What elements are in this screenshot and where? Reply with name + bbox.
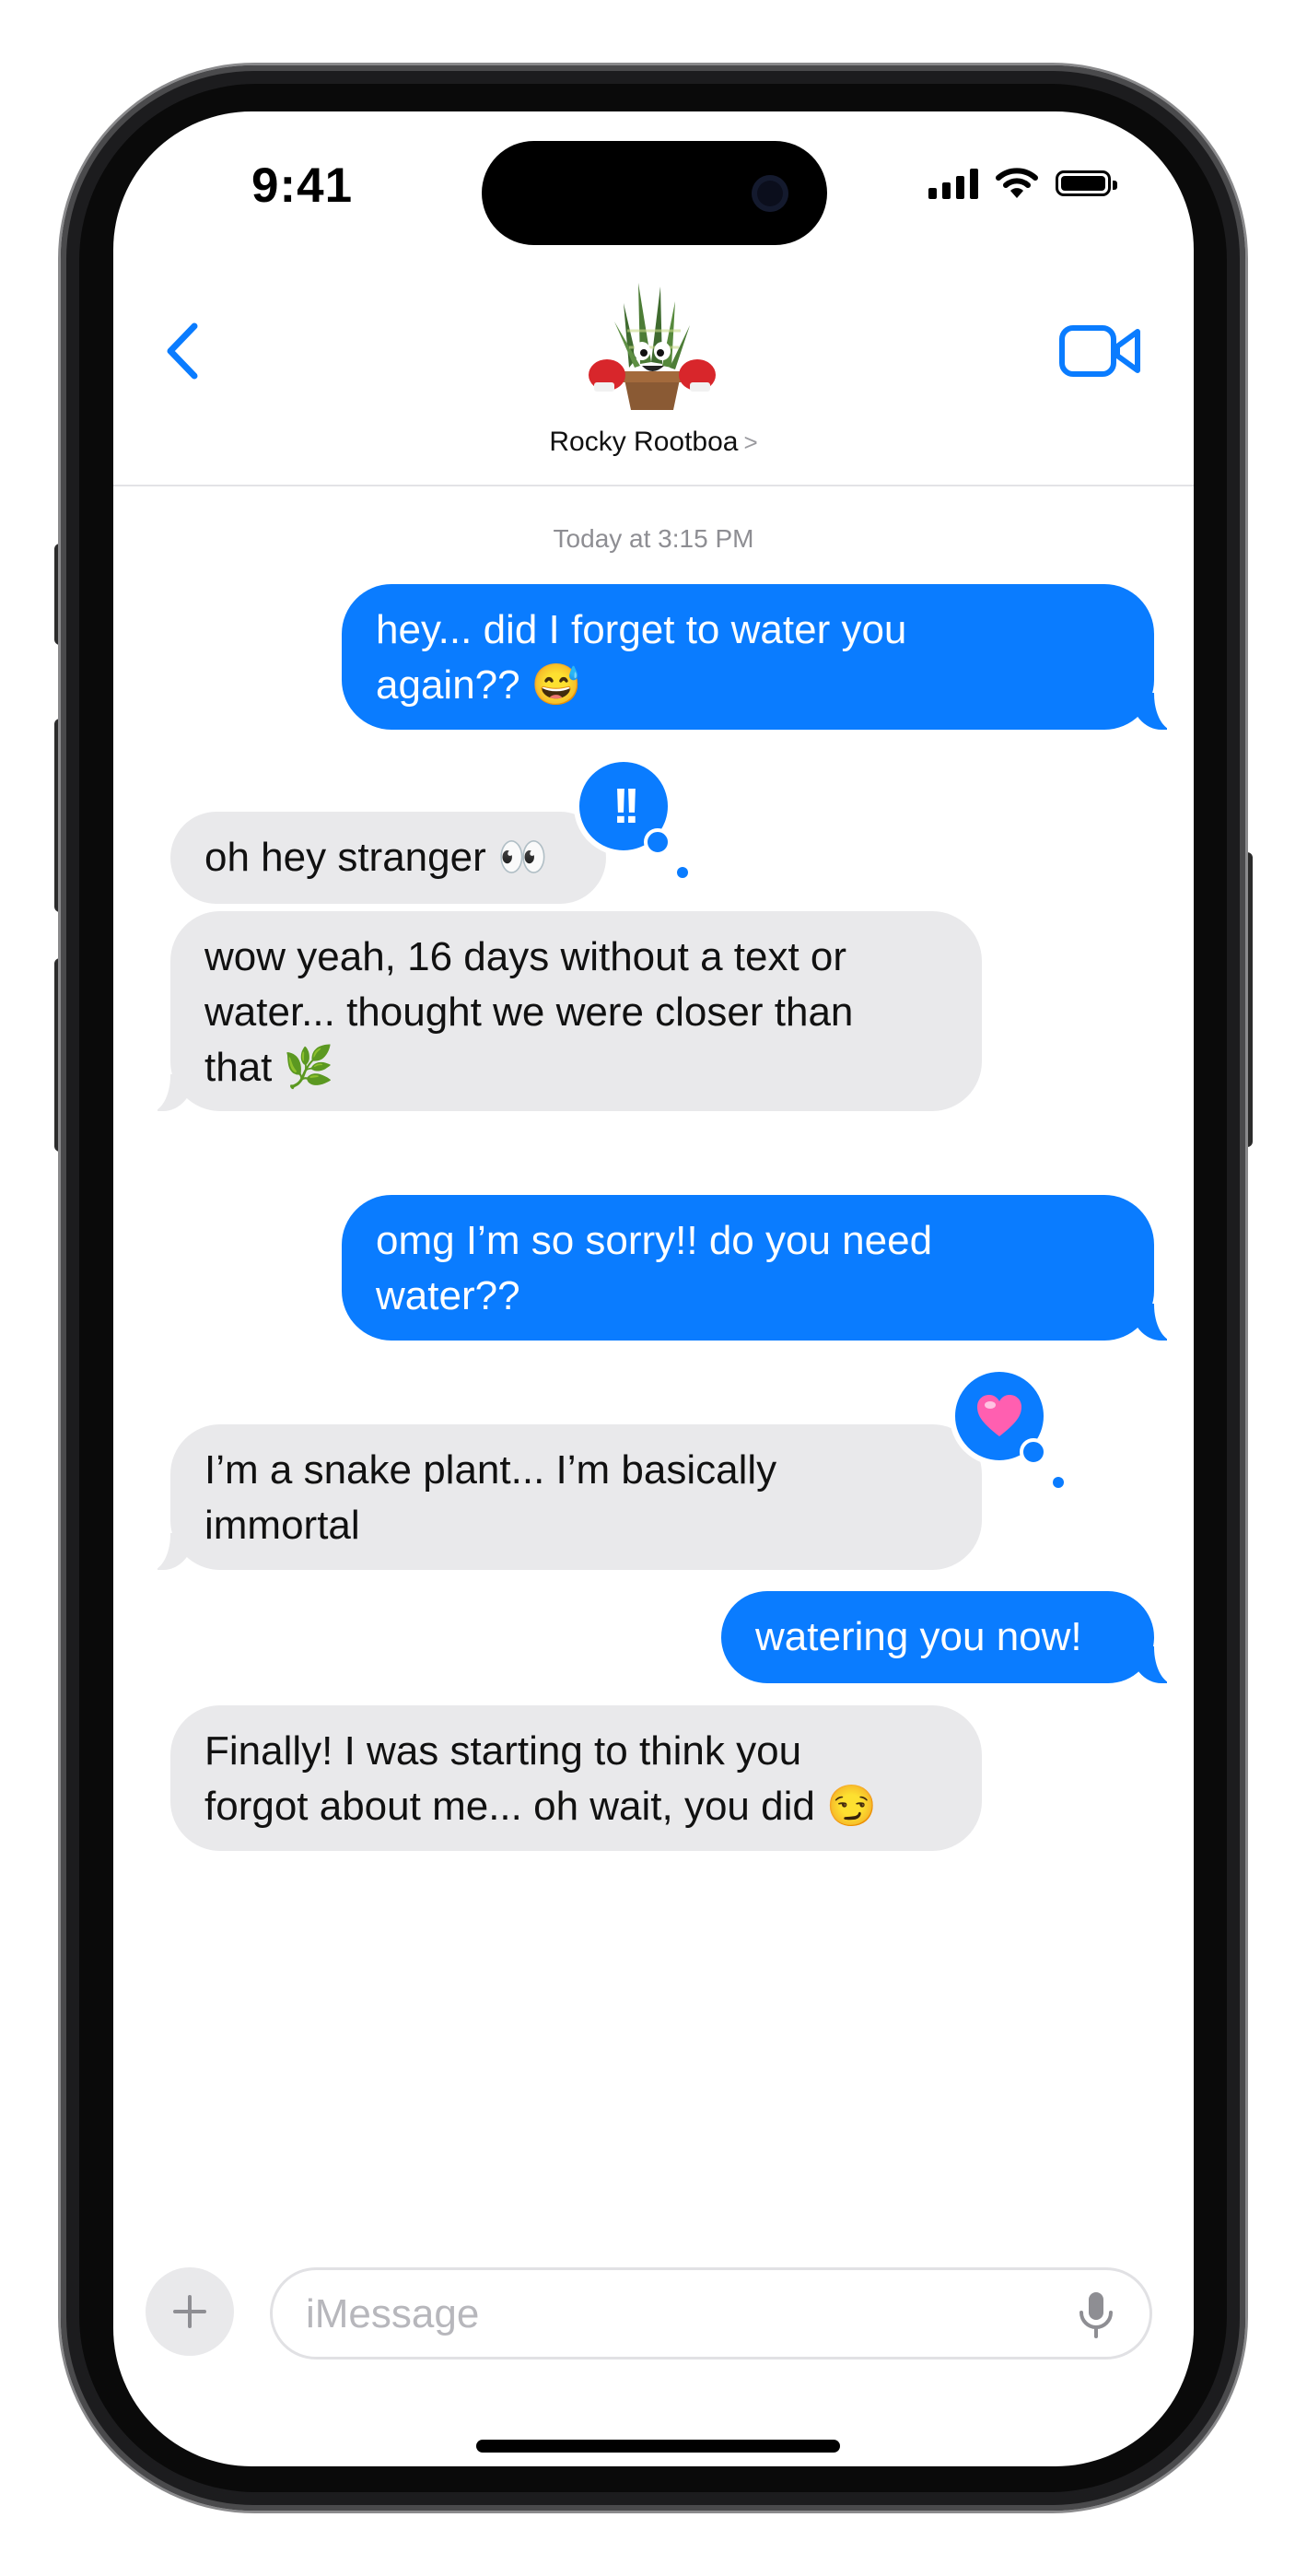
message-line: I’m a snake plant... I’m basically — [204, 1447, 777, 1493]
contact-name: Rocky Rootboa — [549, 427, 739, 457]
home-indicator[interactable] — [476, 2440, 840, 2453]
message-line: water?? — [376, 1273, 520, 1318]
chevron-right-icon: > — [743, 428, 758, 456]
phone-screen: 9:41 Rocky Rootboa > Today at 3:15 PM he… — [113, 111, 1194, 2466]
message-line: immortal — [204, 1503, 360, 1548]
message-line: oh hey stranger 👀 — [204, 835, 548, 880]
header-divider — [113, 485, 1194, 486]
received-message-bubble[interactable]: Finally! I was starting to think you for… — [170, 1705, 982, 1851]
status-time: 9:41 — [251, 158, 354, 213]
message-line: wow yeah, 16 days without a text or — [204, 934, 847, 979]
wifi-icon — [996, 168, 1038, 198]
microphone-icon[interactable] — [1078, 2290, 1114, 2340]
sent-message-bubble[interactable]: hey... did I forget to water you again??… — [342, 584, 1182, 731]
plus-icon — [173, 2295, 206, 2328]
message-line: forgot about me... oh wait, you did 😏 — [204, 1784, 877, 1829]
message-line: omg I’m so sorry!! do you need — [376, 1218, 933, 1263]
add-attachment-button[interactable] — [146, 2267, 234, 2356]
sent-message-bubble[interactable]: omg I’m so sorry!! do you need water?? — [342, 1195, 1182, 1341]
sent-message-bubble[interactable]: watering you now! — [721, 1591, 1182, 1684]
contact-avatar[interactable] — [583, 275, 721, 414]
message-field[interactable] — [270, 2267, 1152, 2359]
message-input[interactable] — [304, 2270, 1044, 2359]
back-chevron-icon[interactable] — [150, 310, 215, 392]
exclamation-icon: !! — [613, 779, 640, 834]
message-line: Finally! I was starting to think you — [204, 1728, 802, 1774]
message-line: watering you now! — [755, 1614, 1082, 1659]
contact-name-button[interactable]: Rocky Rootboa > — [113, 427, 1194, 458]
tapback-exclamation[interactable]: !! — [574, 756, 688, 878]
heart-icon — [977, 1395, 1021, 1436]
received-message-bubble[interactable]: I’m a snake plant... I’m basically immor… — [143, 1424, 982, 1571]
message-line: again?? 😅 — [376, 662, 582, 708]
message-line: water... thought we were closer than — [204, 989, 854, 1035]
conversation-timestamp: Today at 3:15 PM — [553, 524, 754, 553]
message-line: that 🌿 — [204, 1045, 334, 1090]
tapback-heart[interactable] — [950, 1366, 1064, 1488]
message-line: hey... did I forget to water you — [376, 607, 907, 652]
front-camera-icon — [752, 175, 788, 212]
battery-icon — [1056, 170, 1117, 196]
dynamic-island — [482, 141, 827, 245]
video-call-icon[interactable] — [1058, 319, 1143, 383]
cellular-signal-icon — [928, 168, 978, 199]
received-message-bubble[interactable]: oh hey stranger 👀 — [170, 812, 606, 904]
status-icons — [928, 167, 1117, 200]
received-message-bubble[interactable]: wow yeah, 16 days without a text or wate… — [143, 911, 982, 1112]
